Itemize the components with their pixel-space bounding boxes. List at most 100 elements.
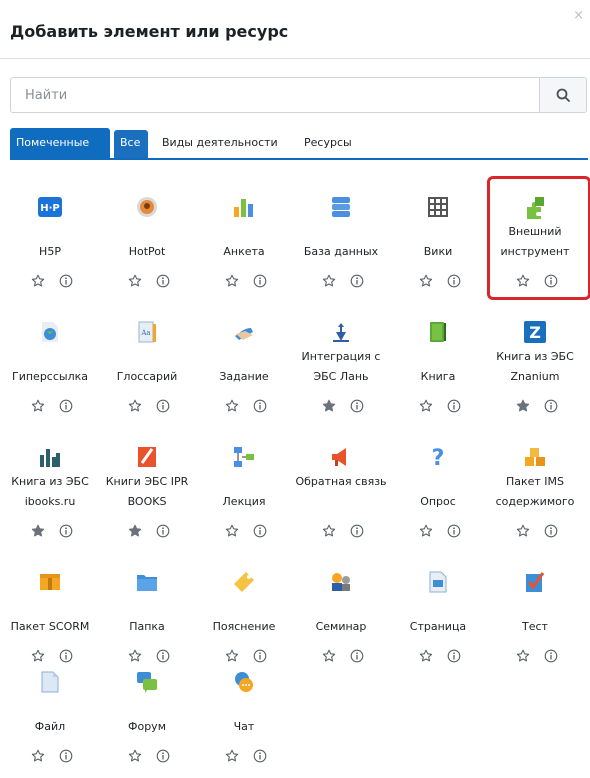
module-tile[interactable]: Книга [390,303,486,428]
module-tile[interactable]: Семинар [293,553,389,678]
star-icon[interactable] [128,273,142,287]
search-input[interactable]: Найти [25,88,67,103]
tab-bar: Помеченные Все Виды деятельности Ресурсы [10,128,588,160]
info-icon[interactable] [156,748,170,763]
search-box[interactable]: Найти [10,77,587,113]
star-icon[interactable] [419,398,433,412]
info-icon[interactable] [447,523,461,538]
svg-text:Aa: Aa [140,329,150,337]
star-icon[interactable] [225,398,239,412]
info-icon[interactable] [253,748,267,763]
star-filled-icon[interactable] [322,398,336,412]
info-icon[interactable] [253,398,267,413]
module-label: H5P [39,245,61,258]
info-icon[interactable] [156,273,170,288]
star-icon[interactable] [516,648,530,662]
module-tile[interactable]: Книга из ЭБС ibooks.ru [2,428,98,553]
module-tile[interactable]: Тест [487,553,583,678]
star-icon[interactable] [419,523,433,537]
module-tile[interactable]: Файл [2,653,98,778]
info-icon[interactable] [544,273,558,288]
star-filled-icon[interactable] [128,523,142,537]
chat-icon [232,670,256,694]
search-button[interactable] [539,78,586,112]
star-icon[interactable] [31,398,45,412]
star-icon[interactable] [31,748,45,762]
module-label: База данных [303,245,379,258]
module-label: Файл [34,720,66,733]
info-icon[interactable] [59,273,73,288]
info-icon[interactable] [156,523,170,538]
star-icon[interactable] [128,398,142,412]
module-tile[interactable]: Книги ЭБС IPR BOOKS [99,428,195,553]
star-icon[interactable] [516,273,530,287]
module-tile[interactable]: Форум [99,653,195,778]
module-label: Пояснение [212,620,276,633]
h5p-icon: H·P [38,195,62,219]
info-icon[interactable] [59,523,73,538]
module-tile[interactable]: Обратная связь [293,428,389,553]
module-label: Вики [423,245,453,258]
module-label: Страница [409,620,467,633]
info-icon[interactable] [544,398,558,413]
module-label: Чат [233,720,255,733]
star-icon[interactable] [516,523,530,537]
star-icon[interactable] [322,648,336,662]
tab-all[interactable]: Все [114,130,148,158]
module-tile[interactable]: Вики [390,178,486,303]
forum-icon [135,670,159,694]
info-icon[interactable] [253,523,267,538]
module-tile[interactable]: Aa Глоссарий [99,303,195,428]
info-icon[interactable] [253,273,267,288]
info-icon[interactable] [447,398,461,413]
module-tile[interactable]: Чат [196,653,292,778]
module-label: Интеграция с ЭБС Лань [301,350,381,383]
star-icon[interactable] [225,748,239,762]
module-tile[interactable]: Лекция [196,428,292,553]
module-tile[interactable]: База данных [293,178,389,303]
info-icon[interactable] [350,273,364,288]
info-icon[interactable] [350,398,364,413]
glossary-icon: Aa [135,320,159,344]
module-tile[interactable]: Гиперссылка [2,303,98,428]
star-icon[interactable] [419,273,433,287]
star-filled-icon[interactable] [31,523,45,537]
module-tile[interactable]: Z Книга из ЭБС Znanium [487,303,583,428]
info-icon[interactable] [350,648,364,663]
star-icon[interactable] [225,273,239,287]
folder-icon [135,570,159,594]
info-icon[interactable] [156,398,170,413]
info-icon[interactable] [350,523,364,538]
module-tile[interactable]: ? Опрос [390,428,486,553]
module-tile[interactable]: HotPot [99,178,195,303]
tab-resources[interactable]: Ресурсы [298,128,358,158]
svg-text:?: ? [432,446,445,469]
module-tile[interactable]: Анкета [196,178,292,303]
star-icon[interactable] [128,748,142,762]
module-tile[interactable]: Задание [196,303,292,428]
svg-text:Z: Z [529,323,541,342]
star-icon[interactable] [419,648,433,662]
tab-activities[interactable]: Виды деятельности [156,128,284,158]
star-filled-icon[interactable] [516,398,530,412]
close-icon[interactable]: × [573,8,584,23]
info-icon[interactable] [447,648,461,663]
module-tile[interactable]: Страница [390,553,486,678]
star-icon[interactable] [225,523,239,537]
module-tile[interactable]: Внешний инструмент [487,178,583,303]
info-icon[interactable] [59,398,73,413]
module-tile[interactable]: Пакет IMS содержимого [487,428,583,553]
tab-starred[interactable]: Помеченные [10,128,110,158]
module-tile[interactable]: H·P H5P [2,178,98,303]
star-icon[interactable] [322,523,336,537]
module-label: Опрос [420,495,456,508]
book-icon [426,320,450,344]
info-icon[interactable] [447,273,461,288]
star-icon[interactable] [31,273,45,287]
info-icon[interactable] [544,648,558,663]
info-icon[interactable] [544,523,558,538]
star-icon[interactable] [322,273,336,287]
info-icon[interactable] [59,748,73,763]
search-icon [556,88,570,102]
module-tile[interactable]: Интеграция с ЭБС Лань [293,303,389,428]
